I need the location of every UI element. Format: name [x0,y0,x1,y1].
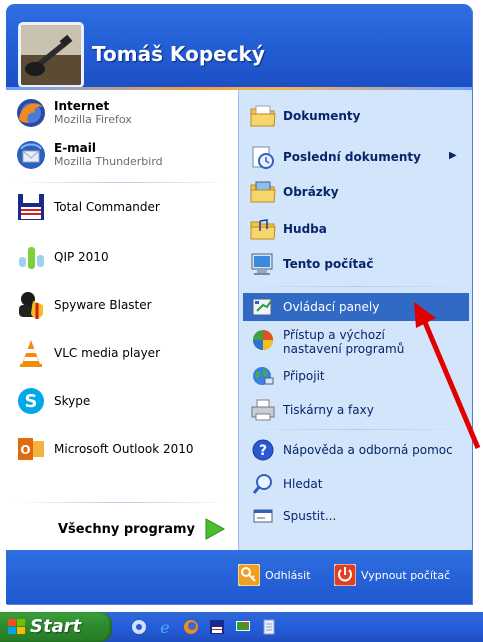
all-programs-button[interactable]: Všechny programy [6,508,238,548]
start-menu-header: Tomáš Kopecký [6,4,472,90]
music-folder-icon [249,215,277,243]
pinned-internet[interactable]: Internet Mozilla Firefox [14,96,132,130]
music-label: Hudba [283,222,327,236]
places-separator [247,286,465,287]
taskbar: Start e [0,612,483,642]
printers-and-faxes[interactable]: Tiskárny a faxy [249,396,374,424]
places-my-computer[interactable]: Tento počítač [249,250,373,278]
program-outlook[interactable]: O Microsoft Outlook 2010 [14,432,194,466]
qip-icon [14,240,48,274]
program-access-label: Přístup a výchozí nastavení programů [283,328,405,356]
control-panel[interactable]: Ovládací panely [249,293,379,321]
total-commander-quicklaunch-icon[interactable] [208,618,226,636]
start-button[interactable]: Start [0,612,112,642]
my-computer-icon [249,250,277,278]
user-name: Tomáš Kopecký [92,42,265,66]
quick-launch: e [130,618,278,636]
places-pictures[interactable]: Obrázky [249,178,339,206]
internet-label: Internet [54,99,110,113]
my-computer-label: Tento počítač [283,257,374,271]
submenu-arrow-icon: ▶ [449,150,457,161]
user-avatar[interactable] [18,22,84,88]
internet-explorer-icon[interactable]: e [156,618,174,636]
qip-label: QIP 2010 [54,250,109,264]
printers-label: Tiskárny a faxy [283,403,374,417]
program-total-commander[interactable]: Total Commander [14,190,160,224]
firefox-icon [14,96,48,130]
spyware-blaster-label: Spyware Blaster [54,298,152,312]
program-access-defaults[interactable]: Přístup a výchozí nastavení programů [249,326,423,356]
recent-documents-icon [249,143,277,171]
desktop-quicklaunch-icon[interactable] [234,618,252,636]
search-icon [249,470,277,498]
quicklaunch-app-icon[interactable] [130,618,148,636]
logoff-label: Odhlásit [265,568,311,582]
printer-icon [249,396,277,424]
firefox-quicklaunch-icon[interactable] [182,618,200,636]
program-access-icon [249,326,277,354]
search[interactable]: Hledat [249,470,322,498]
all-programs-label: Všechny programy [58,522,195,537]
control-panel-label: Ovládací panely [283,300,380,314]
svg-text:?: ? [259,443,267,459]
pinned-email[interactable]: E-mail Mozilla Thunderbird [14,138,163,172]
right-column: Dokumenty Poslední dokumenty ▶ Obrázky H… [238,90,472,550]
places-documents[interactable]: Dokumenty [249,102,360,130]
vlc-label: VLC media player [54,346,161,360]
run-icon [249,502,277,530]
places-recent-documents[interactable]: Poslední dokumenty ▶ [249,143,457,171]
program-vlc[interactable]: VLC media player [14,336,160,370]
windows-logo-icon [8,619,25,634]
run-label: Spustit... [283,509,337,523]
shutdown-button[interactable]: Vypnout počítač [334,564,450,586]
places-music[interactable]: Hudba [249,215,327,243]
thunderbird-icon [14,138,48,172]
vlc-cone-icon [14,336,48,370]
svg-text:S: S [25,391,38,412]
floppy-icon [14,190,48,224]
pictures-folder-icon [249,178,277,206]
start-menu-footer: Odhlásit Vypnout počítač [6,550,472,604]
run[interactable]: Spustit... [249,502,336,530]
skype-label: Skype [54,394,91,408]
connect[interactable]: Připojit [249,362,325,390]
help-icon: ? [249,436,277,464]
outlook-label: Microsoft Outlook 2010 [54,442,194,456]
pinned-separator [14,182,230,183]
start-label: Start [30,616,82,637]
outlook-icon: O [14,432,48,466]
connect-globe-icon [249,362,277,390]
power-icon [334,564,356,586]
skype-icon: S [14,384,48,418]
program-qip[interactable]: QIP 2010 [14,240,109,274]
spyware-blaster-icon [14,288,48,322]
left-column: Internet Mozilla Firefox E-mail Mozilla Th… [6,90,238,550]
program-skype[interactable]: S Skype [14,384,90,418]
svg-text:O: O [20,443,30,457]
pictures-label: Obrázky [283,185,339,199]
logoff-button[interactable]: Odhlásit [238,564,311,586]
email-label: E-mail [54,141,97,155]
svg-text:e: e [160,618,169,636]
notepad-quicklaunch-icon[interactable] [260,618,278,636]
guitar-picture-icon [21,25,81,85]
program-spyware-blaster[interactable]: Spyware Blaster [14,288,152,322]
search-label: Hledat [283,477,323,491]
internet-sublabel: Mozilla Firefox [54,113,132,126]
documents-folder-icon [249,102,277,130]
shutdown-label: Vypnout počítač [361,568,451,582]
tools-separator [247,429,465,430]
email-sublabel: Mozilla Thunderbird [54,155,163,168]
start-menu: Tomáš Kopecký Internet Mozilla Firefox E-… [6,4,472,604]
documents-label: Dokumenty [283,109,361,123]
connect-label: Připojit [283,369,325,383]
total-commander-label: Total Commander [54,200,160,214]
green-arrow-icon [205,518,226,540]
help-and-support[interactable]: ? Nápověda a odborná pomoc [249,436,453,464]
control-panel-icon [249,293,277,321]
help-label: Nápověda a odborná pomoc [283,443,453,457]
recent-documents-label: Poslední dokumenty [283,150,421,164]
key-icon [238,564,260,586]
all-programs-separator [14,502,230,503]
